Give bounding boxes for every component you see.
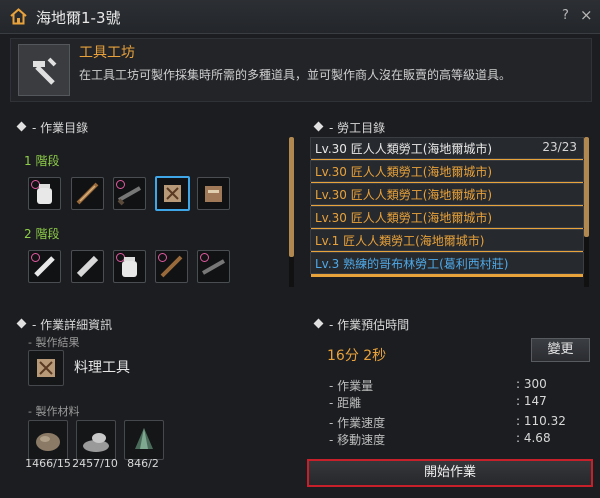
estimate-time: 16分 2秒 [327,348,387,364]
workshop-title: 工具工坊 [79,45,135,61]
stage2-item-rifle[interactable] [197,250,230,283]
workshop-description: 在工具工坊可製作採集時所需的多種道具，並可製作商人沒在販賣的高等級道具。 [79,68,512,82]
worker-name: Lv.30 匠人人類勞工(海地爾城市) [315,165,493,179]
worker-name: Lv.30 匠人人類勞工(海地爾城市) [315,211,493,225]
rifle-icon [202,259,225,275]
stage2-item-tube-2[interactable] [71,250,104,283]
estimate-title: - 作業預估時間 [329,318,410,332]
stat-move-speed-label: - 移動速度 [329,433,386,447]
tool-box-icon [205,186,222,202]
water-bottle-icon [122,257,137,277]
worker-stamina-bar [311,274,583,277]
worker-name: Lv.30 匠人人類勞工(海地爾城市) [315,142,493,156]
crystal-icon [135,428,153,449]
worker-row[interactable]: Lv.1 匠人人類勞工(海地爾城市) [310,229,584,254]
worker-list-title: - 勞工目錄 [329,121,386,135]
worker-row[interactable]: Lv.30 匠人人類勞工(海地爾城市) 23/23 [310,137,584,162]
close-button[interactable]: × [580,6,593,24]
worker-name: Lv.30 匠人人類勞工(海地爾城市) [315,188,493,202]
material-powder-slot[interactable] [76,420,116,460]
powder-icon [83,433,109,452]
stat-workload-value: : 300 [516,377,547,391]
stat-work-speed-value: : 110.32 [516,414,566,428]
diamond-icon [313,318,324,329]
work-list-title: - 作業目錄 [32,121,89,135]
start-work-button[interactable]: 開始作業 [307,459,593,487]
ore-icon [36,433,60,451]
work-list-scroll-thumb[interactable] [289,137,294,257]
diamond-icon [16,318,27,329]
result-name: 料理工具 [74,360,130,376]
stage1-item-water-bottle[interactable] [28,177,61,210]
worker-name: Lv.1 匠人人類勞工(海地爾城市) [315,234,485,248]
water-bottle-icon [37,184,52,204]
worker-row[interactable]: Lv.30 匠人人類勞工(海地爾城市) [310,183,584,208]
worker-row[interactable]: Lv.30 匠人人類勞工(海地爾城市) [310,160,584,185]
stat-move-speed-value: : 4.68 [516,431,551,445]
worker-row[interactable]: Lv.30 匠人人類勞工(海地爾城市) [310,206,584,231]
window-title: 海地爾1-3號 [36,9,121,27]
diamond-icon [16,121,27,132]
rifle-icon [117,186,141,206]
worker-row[interactable]: Lv.3 熟練的哥布林勞工(葛利西村莊) [310,252,584,277]
sword-icon [76,182,99,205]
worker-name: Lv.3 熟練的哥布林勞工(葛利西村莊) [315,257,509,271]
stage1-item-tool-box[interactable] [197,177,230,210]
stage1-item-rifle[interactable] [113,177,146,210]
stat-distance-label: - 距離 [329,396,362,410]
stage1-item-hammer-tools[interactable] [155,176,190,211]
material-count-3: 846/2 [127,457,159,470]
change-button[interactable]: 變更 [531,338,590,362]
material-crystal-slot[interactable] [124,420,164,460]
sword-icon [160,255,183,278]
stage2-item-water-bottle[interactable] [113,250,146,283]
stage2-item-tube-1[interactable] [28,250,61,283]
worker-list-scroll-thumb[interactable] [584,137,589,237]
result-item-slot[interactable] [28,350,64,386]
hammer-tools-icon [37,359,55,377]
stage-2-label: 2 階段 [24,227,60,241]
material-ore-slot[interactable] [28,420,68,460]
stat-distance-value: : 147 [516,394,547,408]
stat-workload-label: - 作業量 [329,379,374,393]
tube-icon [34,256,55,277]
result-label: - 製作結果 [28,336,80,349]
hammer-tools-icon [164,185,181,202]
diamond-icon [313,121,324,132]
detail-title: - 作業詳細資訊 [32,318,113,332]
stage2-item-sword[interactable] [155,250,188,283]
help-button[interactable]: ? [562,8,569,23]
stage1-item-sword[interactable] [71,177,104,210]
materials-label: - 製作材料 [28,405,80,418]
home-icon[interactable] [10,8,27,25]
tube-icon [76,255,99,278]
worker-count: 23/23 [542,140,577,154]
workshop-tool-icon [18,44,70,96]
stage-1-label: 1 階段 [24,154,60,168]
stat-work-speed-label: - 作業速度 [329,416,386,430]
